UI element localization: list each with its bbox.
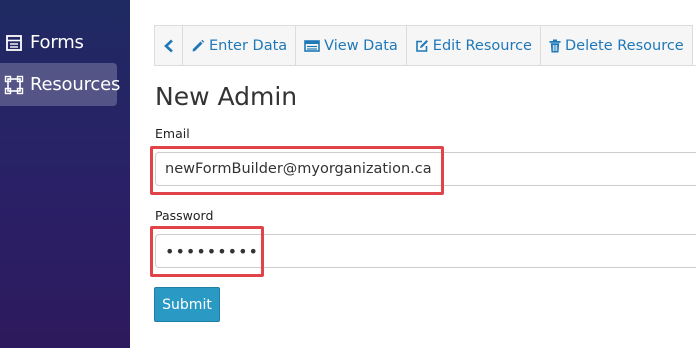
sidebar-item-label: Resources	[30, 74, 121, 95]
tab-view-data[interactable]: View Data	[295, 25, 407, 65]
tab-delete-resource[interactable]: Delete Resource	[539, 25, 693, 65]
chevron-left-icon	[163, 39, 175, 53]
pencil-icon	[191, 39, 205, 53]
table-icon	[304, 39, 320, 53]
sidebar-item-forms[interactable]: Forms	[4, 21, 84, 64]
sidebar-item-resources[interactable]: Resources	[0, 63, 121, 106]
form-icon	[4, 33, 24, 53]
sidebar-item-label: Forms	[30, 32, 84, 53]
email-field[interactable]	[155, 152, 696, 186]
trash-icon	[549, 39, 561, 53]
sidebar: Forms Resources	[0, 0, 130, 348]
resources-icon	[4, 75, 24, 95]
back-button[interactable]	[154, 25, 183, 65]
email-label: Email	[155, 126, 190, 141]
tab-enter-data[interactable]: Enter Data	[182, 25, 297, 65]
edit-icon	[415, 39, 429, 53]
page-title: New Admin	[155, 82, 298, 111]
tab-edit-resource[interactable]: Edit Resource	[405, 25, 541, 65]
password-label: Password	[155, 208, 214, 223]
resource-tabs: Enter Data View Data Edit Resource Delet…	[154, 25, 696, 66]
submit-button[interactable]: Submit	[154, 287, 220, 322]
password-field[interactable]	[155, 234, 696, 268]
